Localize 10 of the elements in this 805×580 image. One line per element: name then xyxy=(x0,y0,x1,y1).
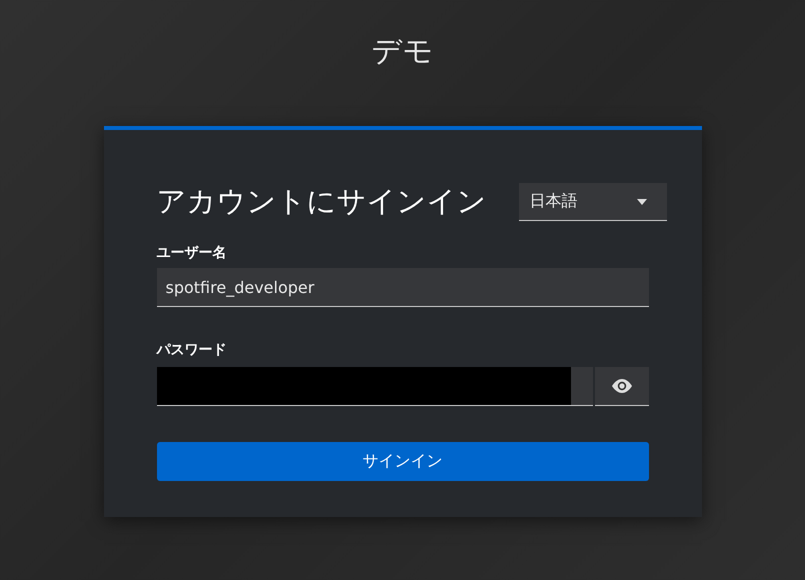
login-heading: アカウントにサインイン xyxy=(156,183,486,220)
password-label: パスワード xyxy=(156,341,228,359)
caret-icon xyxy=(636,198,646,204)
username-label: ユーザー名 xyxy=(156,244,228,262)
sign-in-button[interactable]: サインイン xyxy=(156,442,648,481)
show-password-button[interactable] xyxy=(594,367,648,406)
username-field[interactable]: spotfire_developer xyxy=(156,268,648,307)
eye-icon xyxy=(610,379,632,393)
language-select[interactable]: 日本語 xyxy=(518,183,666,221)
realm-title: デモ xyxy=(372,33,434,71)
